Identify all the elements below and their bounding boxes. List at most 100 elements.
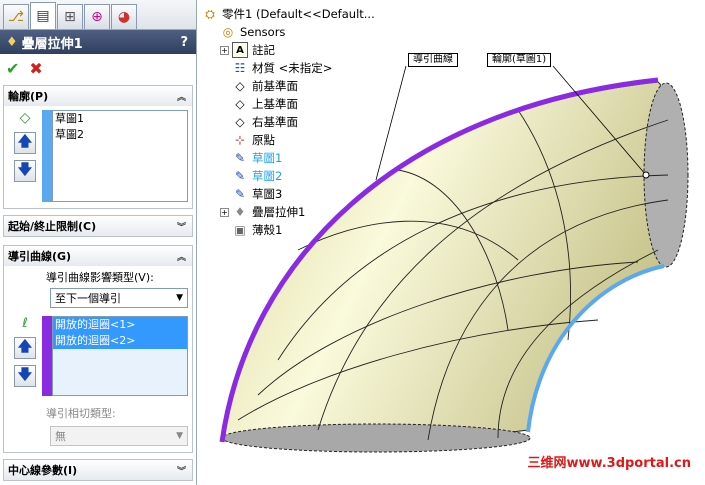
profiles-list[interactable]: 草圖1 草圖2	[52, 110, 188, 202]
expand-icon: ︾	[176, 222, 186, 233]
profiles-list-wrap: 草圖1 草圖2	[42, 110, 188, 202]
plane-icon: ◇	[235, 79, 245, 93]
move-up-button[interactable]: 🡅	[14, 337, 36, 359]
guide-curves-list-row: ℓ 🡅 🡇 開放的迴圈<1> 開放的迴圈<2>	[8, 316, 188, 396]
property-manager-panel: ⎇ ▤ ⊞ ⊕ ◕ ♦ 疊層拉伸1 ? ✔ ✖ 輪廓(P) ︽ ◇ 🡅 🡇 草圖…	[0, 0, 197, 485]
tree-item-annotations[interactable]: + A 註記	[220, 41, 275, 59]
tree-item-label: 草圖2	[252, 169, 283, 183]
tree-item-front-plane[interactable]: ◇ 前基準面	[232, 77, 298, 95]
dimxpert-tab[interactable]: ⊕	[84, 4, 110, 29]
ok-button[interactable]: ✔	[6, 59, 19, 78]
annotation-icon: A	[232, 42, 248, 58]
tree-item-top-plane[interactable]: ◇ 上基準面	[232, 95, 298, 113]
arrow-up-icon: 🡅	[17, 339, 33, 355]
feature-title: 疊層拉伸1	[21, 36, 83, 52]
dropdown-arrow-icon: ▼	[176, 431, 183, 441]
sketch-icon: ✎	[234, 151, 246, 165]
tree-item-sketch3[interactable]: ✎ 草圖3	[232, 185, 282, 203]
feature-title-bar: ♦ 疊層拉伸1 ?	[0, 30, 196, 54]
color-wheel-icon: ◕	[117, 9, 131, 25]
tree-item-material[interactable]: ☷ 材質 <未指定>	[232, 59, 333, 77]
tree-item-shell1[interactable]: ▣ 薄殼1	[232, 221, 282, 239]
guide-buttons: ℓ 🡅 🡇	[8, 316, 42, 396]
profiles-header[interactable]: 輪廓(P) ︽	[4, 86, 192, 106]
guide-list-wrap: 開放的迴圈<1> 開放的迴圈<2>	[42, 316, 188, 396]
guide-curve-callout: 導引曲線	[408, 53, 458, 67]
tree-item-label: 材質 <未指定>	[252, 61, 333, 75]
sketch-icon: ✎	[234, 187, 246, 201]
collapse-icon: ︽	[176, 92, 186, 103]
tree-item-label: 右基準面	[252, 115, 298, 129]
plane-icon: ◇	[235, 115, 245, 129]
collapse-icon: ︽	[176, 252, 186, 263]
cancel-button[interactable]: ✖	[29, 59, 42, 78]
guide-curves-list[interactable]: 開放的迴圈<1> 開放的迴圈<2>	[52, 316, 188, 396]
tree-root-label: 零件1 (Default<<Default...	[222, 7, 375, 21]
feature-manager-tab[interactable]: ⎇	[3, 4, 29, 29]
tree-item-right-plane[interactable]: ◇ 右基準面	[232, 113, 298, 131]
tree-item-label: 上基準面	[252, 97, 298, 111]
guide-curves-body: 導引曲線影響類型(V): 至下一個導引 ▼ ℓ 🡅 🡇 開放的迴圈<1> 開放的…	[4, 266, 192, 452]
tangency-type-select[interactable]: 無 ▼	[50, 426, 188, 446]
dropdown-arrow-icon: ▼	[176, 293, 183, 303]
guide-curves-section: 導引曲線(G) ︽ 導引曲線影響類型(V): 至下一個導引 ▼ ℓ 🡅 🡇 開放…	[3, 245, 193, 453]
origin-icon: ⊹	[234, 133, 246, 147]
profiles-header-label: 輪廓(P)	[8, 90, 49, 103]
guide-curves-header-label: 導引曲線(G)	[8, 250, 72, 263]
tree-item-label: 前基準面	[252, 79, 298, 93]
expand-icon[interactable]: +	[220, 207, 229, 217]
start-end-header[interactable]: 起始/終止限制(C) ︾	[4, 216, 192, 236]
centerline-header-label: 中心線參數(I)	[8, 464, 78, 477]
part-icon: ⛭	[205, 6, 215, 21]
tree-item-label: 薄殼1	[252, 223, 283, 237]
list-item[interactable]: 草圖1	[53, 111, 187, 127]
property-icon: ▤	[36, 8, 50, 24]
profiles-buttons: ◇ 🡅 🡇	[8, 110, 42, 202]
influence-type-select[interactable]: 至下一個導引 ▼	[50, 288, 188, 308]
manager-tabs: ⎇ ▤ ⊞ ⊕ ◕	[0, 0, 196, 30]
tree-root[interactable]: ⛭ 零件1 (Default<<Default...	[202, 5, 375, 23]
arrow-down-icon: 🡇	[17, 162, 33, 178]
tree-item-sketch2[interactable]: ✎ 草圖2	[232, 167, 282, 185]
profile-callout: 輪廓(草圖1)	[487, 53, 552, 67]
move-down-button[interactable]: 🡇	[14, 365, 36, 387]
tree-item-loft1[interactable]: + ♦ 疊層拉伸1	[220, 203, 305, 221]
list-item[interactable]: 草圖2	[53, 127, 187, 143]
graphics-area[interactable]: ⛭ 零件1 (Default<<Default... ◎ Sensors + A…	[198, 0, 705, 485]
move-up-button[interactable]: 🡅	[14, 132, 36, 154]
guide-curves-header[interactable]: 導引曲線(G) ︽	[4, 246, 192, 266]
expand-icon[interactable]: +	[220, 45, 229, 55]
tree-item-label: Sensors	[240, 25, 286, 39]
tree-item-label: 疊層拉伸1	[252, 205, 306, 219]
configuration-manager-tab[interactable]: ⊞	[57, 4, 83, 29]
tree-item-sensors[interactable]: ◎ Sensors	[220, 23, 286, 41]
display-manager-tab[interactable]: ◕	[111, 4, 137, 29]
loft-icon: ♦	[234, 205, 246, 219]
guide-color-bar	[42, 316, 52, 396]
start-end-header-label: 起始/終止限制(C)	[8, 220, 97, 233]
property-manager-tab[interactable]: ▤	[30, 2, 56, 29]
configuration-icon: ⊞	[64, 9, 76, 25]
influence-type-label: 導引曲線影響類型(V):	[46, 271, 154, 284]
move-down-button[interactable]: 🡇	[14, 160, 36, 182]
loft-icon: ♦	[6, 34, 18, 50]
material-icon: ☷	[234, 61, 246, 75]
shell-icon: ▣	[234, 223, 246, 237]
influence-type-value: 至下一個導引	[55, 292, 121, 305]
profiles-body: ◇ 🡅 🡇 草圖1 草圖2	[4, 106, 192, 208]
feature-tree-icon: ⎇	[7, 9, 25, 25]
profile-icon: ◇	[19, 110, 31, 126]
tree-item-label: 草圖1	[252, 151, 283, 165]
tree-item-label: 註記	[252, 43, 275, 57]
list-item[interactable]: 開放的迴圈<2>	[53, 333, 187, 349]
centerline-header[interactable]: 中心線參數(I) ︾	[4, 460, 192, 480]
profiles-section: 輪廓(P) ︽ ◇ 🡅 🡇 草圖1 草圖2	[3, 85, 193, 209]
list-item[interactable]: 開放的迴圈<1>	[53, 317, 187, 333]
centerline-section: 中心線參數(I) ︾	[3, 459, 193, 481]
tree-item-origin[interactable]: ⊹ 原點	[232, 131, 275, 149]
arrow-down-icon: 🡇	[17, 367, 33, 383]
sensor-icon: ◎	[222, 25, 234, 39]
guide-curve-icon: ℓ	[22, 316, 28, 331]
tree-item-sketch1[interactable]: ✎ 草圖1	[232, 149, 282, 167]
help-button[interactable]: ?	[180, 35, 188, 50]
